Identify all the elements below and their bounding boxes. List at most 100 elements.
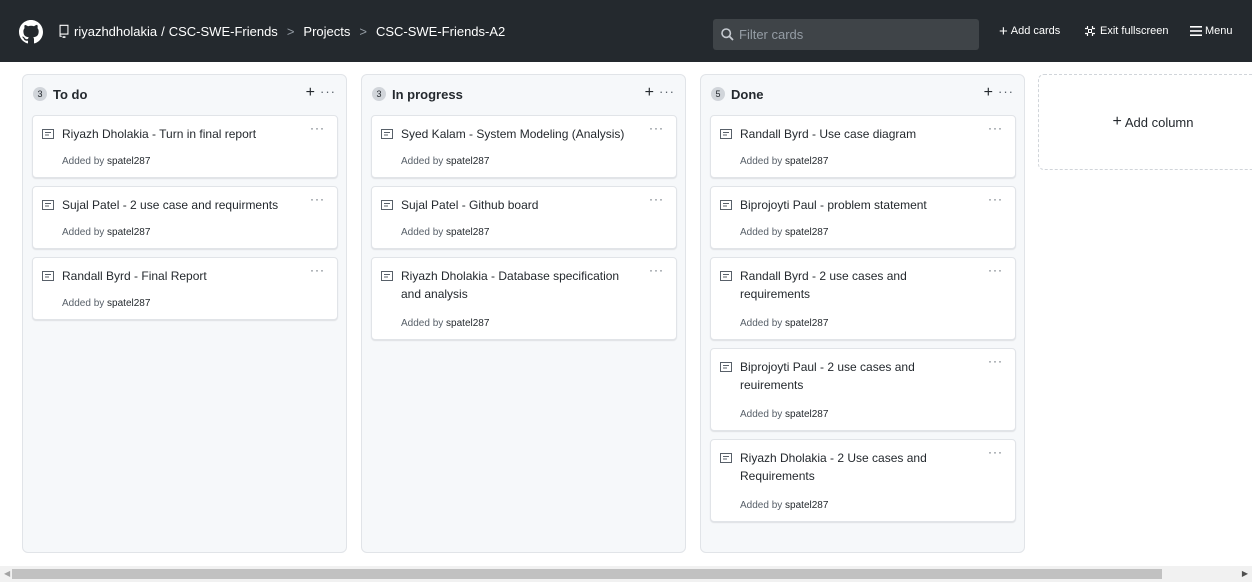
menu-button[interactable]: Menu: [1190, 0, 1233, 62]
column-header: 3 To do + ···: [23, 75, 346, 113]
note-icon: [381, 271, 393, 281]
card[interactable]: Randall Byrd - 2 use cases and requireme…: [710, 257, 1016, 340]
column-header: 5 Done + ···: [701, 75, 1024, 113]
column-header: 3 In progress + ···: [362, 75, 685, 113]
creator-link[interactable]: spatel287: [107, 298, 150, 309]
note-icon: [381, 200, 393, 210]
project-board: 3 To do + ··· Riyazh Dholakia - Turn in …: [0, 62, 1252, 566]
card[interactable]: Riyazh Dholakia - Turn in final report ·…: [32, 115, 338, 178]
column-title: To do: [53, 86, 88, 102]
card-title: Sujal Patel - Github board: [401, 198, 539, 212]
card-meta: Added by spatel287: [740, 409, 828, 420]
column-more-icon[interactable]: ···: [998, 84, 1014, 99]
add-card-plus-icon[interactable]: +: [306, 84, 315, 102]
card-title: Riyazh Dholakia - 2 Use cases and Requir…: [740, 451, 927, 483]
card-more-icon[interactable]: ···: [649, 192, 664, 206]
card[interactable]: Sujal Patel - Github board ··· Added by …: [371, 186, 677, 249]
repo-icon: [59, 24, 69, 38]
card-title: Randall Byrd - Final Report: [62, 269, 207, 283]
column-title: Done: [731, 86, 764, 102]
card-title: Riyazh Dholakia - Database specification…: [401, 269, 620, 301]
card[interactable]: Syed Kalam - System Modeling (Analysis) …: [371, 115, 677, 178]
card[interactable]: Sujal Patel - 2 use case and requirments…: [32, 186, 338, 249]
creator-link[interactable]: spatel287: [107, 227, 150, 238]
card-meta: Added by spatel287: [62, 298, 150, 309]
card-more-icon[interactable]: ···: [988, 445, 1003, 459]
add-column-button[interactable]: + Add column: [1038, 74, 1252, 170]
card-count-badge: 3: [372, 87, 386, 101]
creator-link[interactable]: spatel287: [785, 409, 828, 420]
card[interactable]: Riyazh Dholakia - Database specification…: [371, 257, 677, 340]
creator-link[interactable]: spatel287: [785, 227, 828, 238]
exit-fullscreen-button[interactable]: Exit fullscreen: [1084, 0, 1168, 62]
column-more-icon[interactable]: ···: [320, 84, 336, 99]
column-title: In progress: [392, 86, 463, 102]
creator-link[interactable]: spatel287: [785, 318, 828, 329]
horizontal-scrollbar[interactable]: ◀ ▶: [0, 566, 1252, 582]
add-column-label: Add column: [1124, 114, 1194, 130]
added-by-text: Added by: [401, 227, 444, 238]
card[interactable]: Biprojoyti Paul - 2 use cases and reuire…: [710, 348, 1016, 431]
card-more-icon[interactable]: ···: [310, 192, 325, 206]
scroll-right-arrow-icon[interactable]: ▶: [1242, 569, 1248, 578]
card-title: Biprojoyti Paul - 2 use cases and reuire…: [740, 360, 915, 392]
add-card-plus-icon[interactable]: +: [984, 84, 993, 102]
filter-cards-box[interactable]: [713, 19, 979, 50]
add-card-plus-icon[interactable]: +: [645, 84, 654, 102]
filter-cards-input[interactable]: [739, 27, 959, 42]
scrollbar-thumb[interactable]: [12, 569, 1162, 579]
card[interactable]: Biprojoyti Paul - problem statement ··· …: [710, 186, 1016, 249]
card-more-icon[interactable]: ···: [649, 121, 664, 135]
card[interactable]: Randall Byrd - Final Report ··· Added by…: [32, 257, 338, 320]
card-more-icon[interactable]: ···: [988, 263, 1003, 277]
card-more-icon[interactable]: ···: [988, 192, 1003, 206]
card-more-icon[interactable]: ···: [649, 263, 664, 277]
note-icon: [720, 200, 732, 210]
card-title: Biprojoyti Paul - problem statement: [740, 198, 927, 212]
scroll-left-arrow-icon[interactable]: ◀: [4, 569, 10, 578]
creator-link[interactable]: spatel287: [785, 156, 828, 167]
note-icon: [720, 362, 732, 372]
chevron-right-icon: >: [359, 23, 367, 39]
column-in-progress: 3 In progress + ··· Syed Kalam - System …: [361, 74, 686, 553]
added-by-text: Added by: [401, 156, 444, 167]
card-count-badge: 3: [33, 87, 47, 101]
exit-fullscreen-label: Exit fullscreen: [1100, 25, 1169, 37]
card-more-icon[interactable]: ···: [988, 121, 1003, 135]
note-icon: [720, 453, 732, 463]
card-meta: Added by spatel287: [740, 500, 828, 511]
card-meta: Added by spatel287: [740, 227, 828, 238]
added-by-text: Added by: [740, 500, 783, 511]
added-by-text: Added by: [740, 227, 783, 238]
card-meta: Added by spatel287: [740, 156, 828, 167]
added-by-text: Added by: [740, 156, 783, 167]
card[interactable]: Riyazh Dholakia - 2 Use cases and Requir…: [710, 439, 1016, 522]
note-icon: [381, 129, 393, 139]
card-more-icon[interactable]: ···: [310, 121, 325, 135]
card-more-icon[interactable]: ···: [988, 354, 1003, 368]
github-logo-icon[interactable]: [19, 20, 43, 44]
card[interactable]: Randall Byrd - Use case diagram ··· Adde…: [710, 115, 1016, 178]
add-cards-button[interactable]: + Add cards: [999, 0, 1060, 62]
repo-owner-link[interactable]: riyazhdholakia: [74, 24, 157, 39]
projects-link[interactable]: Projects: [303, 24, 350, 39]
column-more-icon[interactable]: ···: [659, 84, 675, 99]
screen-normal-icon: [1085, 26, 1095, 36]
note-icon: [42, 129, 54, 139]
creator-link[interactable]: spatel287: [785, 500, 828, 511]
creator-link[interactable]: spatel287: [107, 156, 150, 167]
card-meta: Added by spatel287: [401, 318, 489, 329]
repo-name-link[interactable]: CSC-SWE-Friends: [169, 24, 278, 39]
creator-link[interactable]: spatel287: [446, 227, 489, 238]
card-title: Sujal Patel - 2 use case and requirments: [62, 198, 279, 212]
creator-link[interactable]: spatel287: [446, 156, 489, 167]
search-icon: [721, 28, 734, 41]
card-count-badge: 5: [711, 87, 725, 101]
added-by-text: Added by: [401, 318, 444, 329]
note-icon: [720, 271, 732, 281]
project-name: CSC-SWE-Friends-A2: [375, 23, 506, 39]
creator-link[interactable]: spatel287: [446, 318, 489, 329]
card-more-icon[interactable]: ···: [310, 263, 325, 277]
added-by-text: Added by: [62, 156, 105, 167]
column-to-do: 3 To do + ··· Riyazh Dholakia - Turn in …: [22, 74, 347, 553]
